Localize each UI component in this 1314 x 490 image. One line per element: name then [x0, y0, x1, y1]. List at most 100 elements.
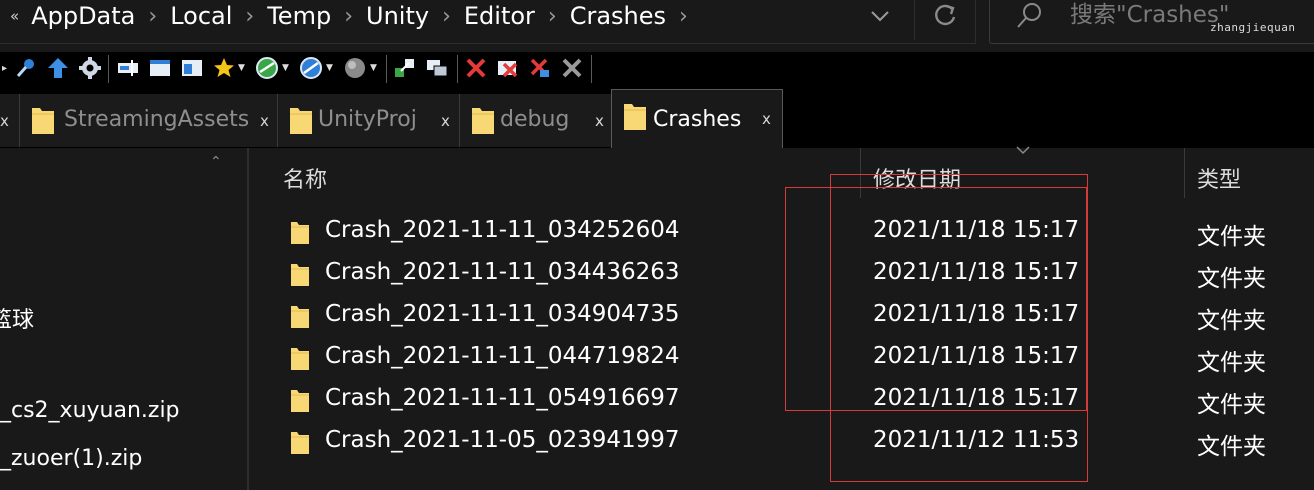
- column-type-label: 类型: [1197, 168, 1242, 193]
- file-row[interactable]: Crash_2021-11-11_034904735 2021/11/18 15…: [250, 297, 1314, 339]
- folder-icon: [291, 390, 309, 412]
- search-icon[interactable]: [1014, 1, 1044, 31]
- browser-icon[interactable]: ▼: [298, 54, 333, 82]
- file-name[interactable]: Crash_2021-11-11_044719824: [325, 343, 680, 369]
- caret-icon[interactable]: ▼: [282, 63, 289, 73]
- tab-unityproj[interactable]: UnityProj x: [278, 94, 460, 147]
- file-row[interactable]: Crash_2021-11-11_034252604 2021/11/18 15…: [250, 213, 1314, 255]
- web-icon[interactable]: ▼: [254, 54, 289, 82]
- column-modified-label: 修改日期: [873, 168, 962, 193]
- copy-to-icon[interactable]: [393, 54, 417, 82]
- file-modified: 2021/11/12 11:53: [873, 427, 1080, 453]
- toolbar-separator: [386, 55, 387, 83]
- folder-icon: [291, 432, 309, 454]
- column-header-name[interactable]: 名称: [250, 148, 860, 198]
- breadcrumb-separator-icon[interactable]: ›: [236, 4, 263, 29]
- breadcrumb-temp[interactable]: Temp: [263, 2, 335, 30]
- refresh-icon[interactable]: [928, 0, 962, 32]
- tab-crashes[interactable]: Crashes x: [611, 89, 783, 148]
- view-icon[interactable]: [148, 54, 172, 82]
- folder-icon: [291, 348, 309, 370]
- nav-item[interactable]: 篮球: [0, 302, 34, 334]
- cut-icon[interactable]: [528, 54, 552, 82]
- panel-icon[interactable]: [180, 54, 204, 82]
- file-modified: 2021/11/18 15:17: [873, 259, 1080, 285]
- search-input[interactable]: 搜索"Crashes": [1070, 0, 1229, 31]
- caret-icon[interactable]: ▼: [326, 63, 333, 73]
- tab-strip: x StreamingAssets x UnityProj x debug x …: [0, 88, 1314, 148]
- tab-close-icon[interactable]: x: [595, 112, 604, 130]
- column-name-label: 名称: [283, 168, 328, 193]
- breadcrumb-unity[interactable]: Unity: [362, 2, 433, 30]
- tab-streamingassets[interactable]: StreamingAssets x: [20, 94, 278, 147]
- breadcrumb-separator-icon[interactable]: ›: [539, 4, 566, 29]
- breadcrumb-local[interactable]: Local: [166, 2, 236, 30]
- windows-icon[interactable]: [425, 54, 449, 82]
- breadcrumb-separator-icon[interactable]: ›: [433, 4, 460, 29]
- column-header-type[interactable]: 类型: [1185, 148, 1314, 198]
- toolbar-separator: [108, 55, 109, 83]
- breadcrumb-appdata[interactable]: AppData: [27, 2, 139, 30]
- toolbar-separator: [457, 55, 458, 83]
- file-type: 文件夹: [1197, 392, 1266, 418]
- delete-icon[interactable]: [464, 54, 488, 82]
- breadcrumb: « AppData › Local › Temp › Unity › Edito…: [10, 0, 697, 32]
- toolbar: ▸ ▼ ▼ ▼ ▼: [0, 52, 1314, 88]
- nav-item[interactable]: _zuoer(1).zip: [0, 446, 142, 471]
- tab-label: UnityProj: [318, 107, 417, 132]
- tab-close-icon[interactable]: x: [0, 112, 9, 130]
- file-name[interactable]: Crash_2021-11-11_054916697: [325, 385, 680, 411]
- tab-debug[interactable]: debug x: [460, 94, 612, 147]
- toolbar-left-caret[interactable]: ▸: [0, 54, 7, 82]
- tab-label: debug: [500, 107, 570, 132]
- folder-icon: [291, 222, 309, 244]
- file-name[interactable]: Crash_2021-11-11_034904735: [325, 301, 680, 327]
- overflow-chevron-icon[interactable]: «: [10, 7, 19, 25]
- nav-scrollbar[interactable]: [206, 148, 246, 490]
- breadcrumb-separator-icon[interactable]: ›: [670, 4, 697, 29]
- file-type: 文件夹: [1197, 308, 1266, 334]
- rename-icon[interactable]: [116, 54, 140, 82]
- file-modified: 2021/11/18 15:17: [873, 385, 1080, 411]
- chevron-down-icon[interactable]: [864, 2, 896, 30]
- file-name[interactable]: Crash_2021-11-11_034436263: [325, 259, 680, 285]
- tab-close-icon[interactable]: x: [260, 112, 269, 130]
- file-row[interactable]: Crash_2021-11-05_023941997 2021/11/12 11…: [250, 423, 1314, 465]
- caret-icon[interactable]: ▼: [238, 63, 245, 73]
- folder-icon: [32, 108, 54, 134]
- navigation-pane: ⌃ 篮球 _cs2_xuyuan.zip _zuoer(1).zip: [0, 148, 246, 490]
- file-type: 文件夹: [1197, 434, 1266, 460]
- pin-icon[interactable]: [14, 54, 38, 82]
- file-row[interactable]: Crash_2021-11-11_044719824 2021/11/18 15…: [250, 339, 1314, 381]
- pane-divider[interactable]: [247, 148, 249, 490]
- folder-icon: [624, 104, 646, 130]
- breadcrumb-separator-icon[interactable]: ›: [139, 4, 166, 29]
- file-row[interactable]: Crash_2021-11-11_054916697 2021/11/18 15…: [250, 381, 1314, 423]
- tab-close-icon[interactable]: x: [762, 110, 771, 128]
- sort-descending-icon: [1015, 144, 1031, 158]
- folder-icon: [472, 108, 494, 134]
- nav-item[interactable]: _cs2_xuyuan.zip: [0, 398, 180, 423]
- breadcrumb-editor[interactable]: Editor: [460, 2, 539, 30]
- file-type: 文件夹: [1197, 350, 1266, 376]
- file-type: 文件夹: [1197, 224, 1266, 250]
- globe-icon[interactable]: ▼: [342, 54, 377, 82]
- breadcrumb-crashes[interactable]: Crashes: [566, 2, 670, 30]
- tab-close-icon[interactable]: x: [441, 112, 450, 130]
- tools-icon[interactable]: [560, 54, 584, 82]
- address-bar[interactable]: « AppData › Local › Temp › Unity › Edito…: [0, 0, 976, 44]
- file-name[interactable]: Crash_2021-11-05_023941997: [325, 427, 680, 453]
- gear-icon[interactable]: [78, 54, 102, 82]
- file-list: 名称 修改日期 类型 Crash_2021-11-11_034252604 20…: [250, 146, 1314, 490]
- file-name[interactable]: Crash_2021-11-11_034252604: [325, 217, 680, 243]
- scroll-up-icon[interactable]: ⌃: [210, 154, 222, 170]
- tab-partial[interactable]: x: [0, 94, 20, 147]
- file-row[interactable]: Crash_2021-11-11_034436263 2021/11/18 15…: [250, 255, 1314, 297]
- file-modified: 2021/11/18 15:17: [873, 217, 1080, 243]
- up-arrow-icon[interactable]: [46, 54, 70, 82]
- caret-icon[interactable]: ▼: [370, 63, 377, 73]
- favorites-star-icon[interactable]: ▼: [212, 54, 245, 82]
- breadcrumb-separator-icon[interactable]: ›: [335, 4, 362, 29]
- delete-close-icon[interactable]: [496, 54, 520, 82]
- tab-label: StreamingAssets: [64, 107, 250, 132]
